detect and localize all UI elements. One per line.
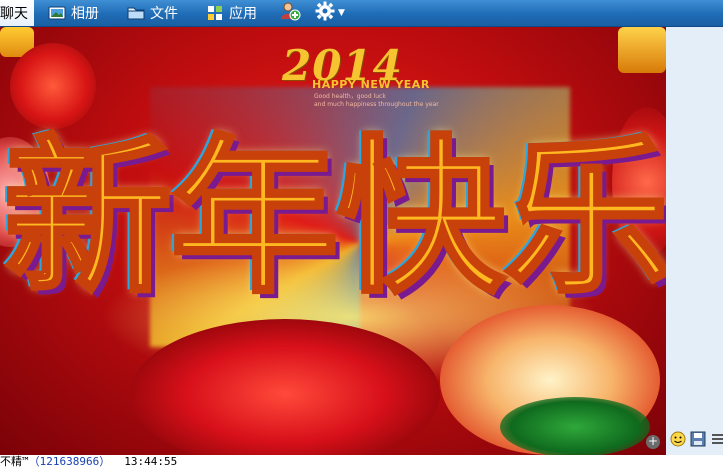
tab-file[interactable]: 文件: [121, 0, 184, 26]
message-header: 不精™（121638966） 13:44:55: [0, 455, 723, 469]
message-time: 13:44:55: [124, 455, 178, 468]
side-tools: [670, 431, 723, 451]
greeting-subtitle: Good health，good luck and much happiness…: [314, 93, 454, 109]
lantern-right: [618, 27, 666, 73]
save-icon: [690, 431, 706, 451]
tab-album-label: 相册: [71, 6, 99, 22]
top-toolbar: 聊天 相册 文件 应用 ▼: [0, 0, 723, 27]
more-icon: [710, 431, 723, 451]
more-button[interactable]: [710, 433, 723, 449]
gear-icon: [315, 1, 335, 25]
greeting-title: HAPPY NEW YEAR: [312, 78, 430, 91]
save-button[interactable]: [690, 431, 706, 451]
side-panel: [666, 27, 723, 455]
greeting-char-1: 新: [2, 120, 174, 316]
tab-chat[interactable]: 聊天: [0, 0, 34, 26]
sender-qq-id: （121638966）: [28, 455, 111, 468]
greeting-char-3: 快: [335, 120, 507, 316]
photo-album-icon: [48, 5, 66, 21]
chevron-down-icon: ▼: [338, 8, 345, 18]
settings-menu-button[interactable]: ▼: [315, 1, 345, 25]
tab-apps-label: 应用: [229, 6, 257, 22]
tab-album[interactable]: 相册: [42, 0, 105, 26]
folder-icon: [127, 5, 145, 21]
add-friend-button[interactable]: [279, 0, 301, 26]
greeting-subtitle-line2: and much happiness throughout the year: [314, 101, 439, 108]
new-year-greeting-image: 2014 HAPPY NEW YEAR Good health，good luc…: [0, 27, 666, 455]
emoji-icon: [670, 431, 686, 451]
greeting-char-4: 乐: [502, 120, 666, 316]
zoom-plus-icon[interactable]: +: [646, 435, 660, 449]
peony-top-left: [10, 43, 96, 129]
leaves-bottom-right: [500, 397, 650, 455]
add-friend-icon: [279, 1, 301, 25]
tab-chat-label: 聊天: [0, 6, 28, 22]
greeting-characters: 新 年 快 乐: [2, 120, 666, 316]
sender-name[interactable]: 不精™: [0, 455, 29, 468]
greeting-char-2: 年: [169, 120, 341, 316]
apps-grid-icon: [206, 5, 224, 21]
emoji-button[interactable]: [670, 431, 686, 451]
tab-apps[interactable]: 应用: [200, 0, 263, 26]
greeting-subtitle-line1: Good health，good luck: [314, 93, 386, 100]
tab-file-label: 文件: [150, 6, 178, 22]
